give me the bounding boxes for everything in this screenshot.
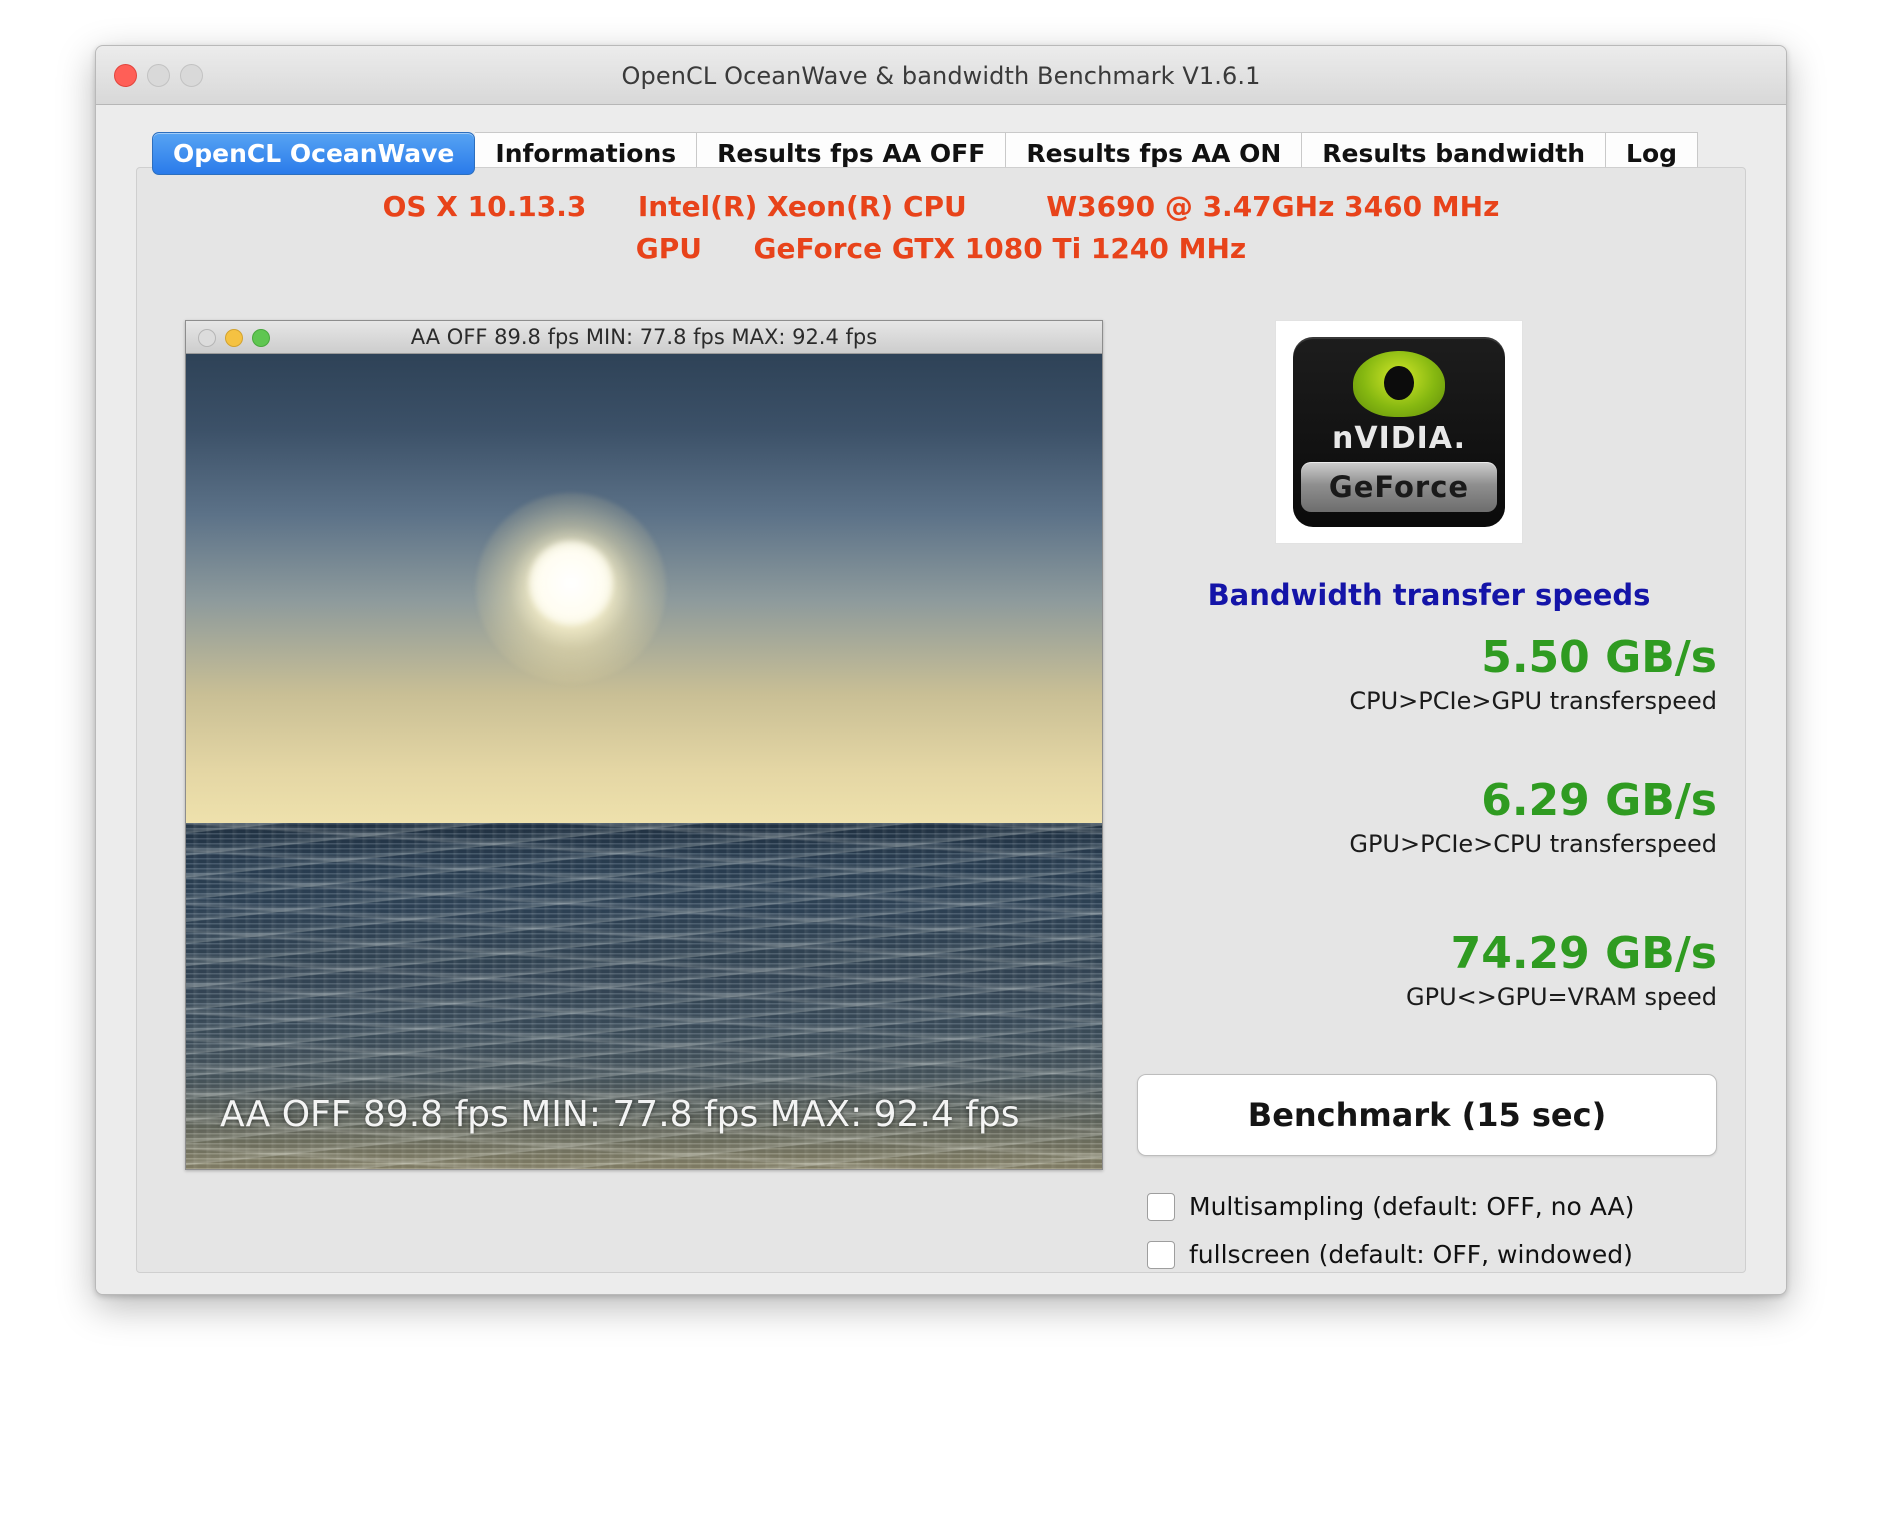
multisampling-label: Multisampling (default: OFF, no AA) — [1189, 1192, 1635, 1221]
render-titlebar: AA OFF 89.8 fps MIN: 77.8 fps MAX: 92.4 … — [186, 321, 1102, 354]
gpu-model: GeForce GTX 1080 Ti 1240 MHz — [753, 232, 1247, 265]
geforce-plate: GeForce — [1301, 462, 1497, 512]
bandwidth-label: GPU<>GPU=VRAM speed — [1406, 983, 1717, 1011]
nvidia-logo-plate: nVIDIA. GeForce — [1293, 337, 1505, 527]
cpu-vendor: Intel(R) Xeon(R) CPU — [637, 190, 967, 223]
content-panel: OS X 10.13.3 Intel(R) Xeon(R) CPU W3690 … — [136, 167, 1746, 1273]
bandwidth-item-cpu-to-gpu: 5.50 GB/s CPU>PCIe>GPU transferspeed — [1137, 632, 1717, 718]
nvidia-wordmark: nVIDIA. — [1332, 421, 1466, 456]
window-titlebar[interactable]: OpenCL OceanWave & bandwidth Benchmark V… — [96, 46, 1786, 105]
bandwidth-value: 6.29 GB/s — [1481, 775, 1717, 826]
bandwidth-value: 5.50 GB/s — [1481, 632, 1717, 683]
system-info-line-gpu: GPU GeForce GTX 1080 Ti 1240 MHz — [137, 228, 1745, 270]
gpu-label: GPU — [635, 232, 703, 265]
nvidia-eye-icon — [1353, 351, 1445, 417]
side-column: nVIDIA. GeForce Bandwidth transfer speed… — [1137, 320, 1731, 1269]
benchmark-button-label: Benchmark (15 sec) — [1247, 1096, 1607, 1134]
system-info: OS X 10.13.3 Intel(R) Xeon(R) CPU W3690 … — [137, 186, 1745, 270]
system-info-line-cpu: OS X 10.13.3 Intel(R) Xeon(R) CPU W3690 … — [137, 186, 1745, 228]
bandwidth-section-title: Bandwidth transfer speeds — [1207, 578, 1651, 612]
geforce-wordmark: GeForce — [1328, 470, 1470, 504]
application-window: OpenCL OceanWave & bandwidth Benchmark V… — [95, 45, 1787, 1295]
bandwidth-item-gpu-to-cpu: 6.29 GB/s GPU>PCIe>CPU transferspeed — [1137, 775, 1717, 861]
ocean-scene: AA OFF 89.8 fps MIN: 77.8 fps MAX: 92.4 … — [186, 354, 1102, 1169]
render-fps-titlebar-text: AA OFF 89.8 fps MIN: 77.8 fps MAX: 92.4 … — [410, 325, 878, 349]
cpu-model: W3690 @ 3.47GHz 3460 MHz — [1046, 190, 1500, 223]
tab-label: Results fps AA ON — [1026, 139, 1282, 168]
tab-label: Log — [1626, 139, 1678, 168]
bandwidth-item-vram: 74.29 GB/s GPU<>GPU=VRAM speed — [1137, 928, 1717, 1014]
benchmark-button[interactable]: Benchmark (15 sec) — [1137, 1074, 1717, 1156]
window-body: OpenCL OceanWave Informations Results fp… — [96, 105, 1786, 1294]
tab-label: Informations — [495, 139, 677, 168]
tab-label: Results fps AA OFF — [717, 139, 986, 168]
bandwidth-label: GPU>PCIe>CPU transferspeed — [1349, 830, 1717, 858]
tab-label: OpenCL OceanWave — [173, 139, 455, 168]
render-fps-overlay: AA OFF 89.8 fps MIN: 77.8 fps MAX: 92.4 … — [220, 1094, 1020, 1135]
multisampling-checkbox[interactable] — [1147, 1192, 1175, 1221]
nvidia-geforce-logo: nVIDIA. GeForce — [1275, 320, 1523, 544]
render-viewport[interactable]: AA OFF 89.8 fps MIN: 77.8 fps MAX: 92.4 … — [185, 320, 1103, 1170]
bandwidth-label: CPU>PCIe>GPU transferspeed — [1349, 687, 1717, 715]
fullscreen-checkbox[interactable] — [1147, 1240, 1175, 1269]
desktop-background: OpenCL OceanWave & bandwidth Benchmark V… — [0, 0, 1884, 1536]
bandwidth-value: 74.29 GB/s — [1450, 928, 1717, 979]
tab-label: Results bandwidth — [1322, 139, 1586, 168]
tab-opencl-oceanwave[interactable]: OpenCL OceanWave — [152, 132, 476, 175]
os-version: OS X 10.13.3 — [382, 190, 587, 223]
checkbox-row-fullscreen[interactable]: fullscreen (default: OFF, windowed) — [1147, 1240, 1721, 1269]
window-title: OpenCL OceanWave & bandwidth Benchmark V… — [621, 62, 1261, 90]
fullscreen-label: fullscreen (default: OFF, windowed) — [1189, 1240, 1633, 1269]
checkbox-row-multisampling[interactable]: Multisampling (default: OFF, no AA) — [1147, 1192, 1721, 1221]
sun-core — [528, 541, 613, 626]
